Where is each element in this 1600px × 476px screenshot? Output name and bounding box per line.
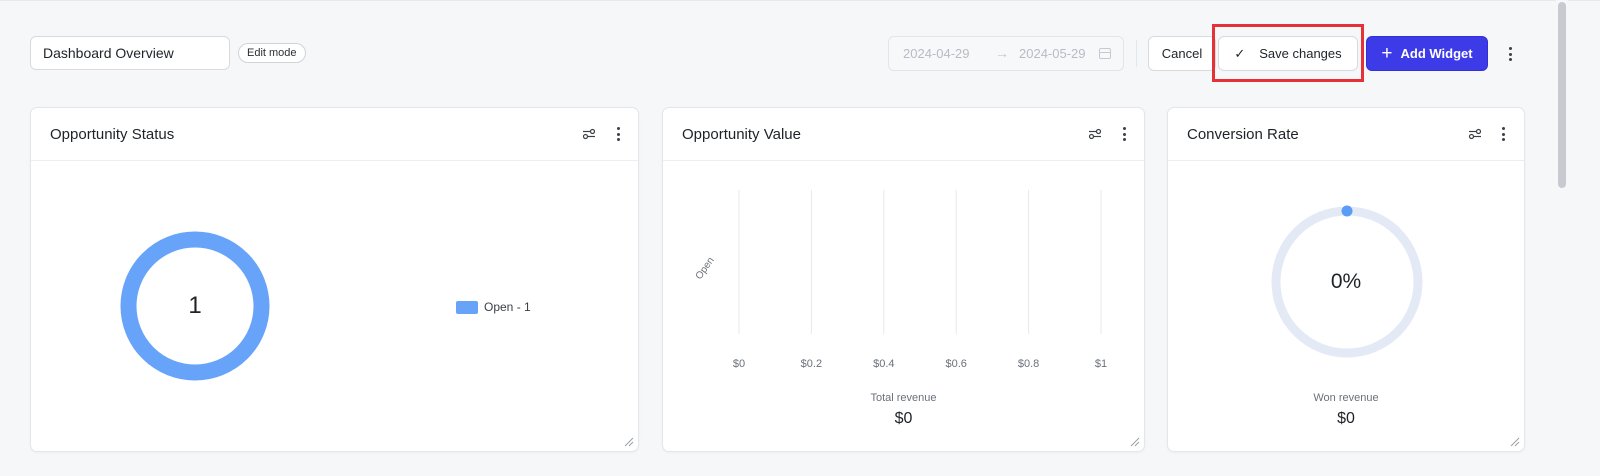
page-scrollbar[interactable] (1556, 0, 1568, 476)
metric-label: Won revenue (1313, 392, 1379, 404)
widget-title: Conversion Rate (1187, 126, 1299, 143)
arrow-right-icon: → (995, 45, 1009, 61)
resize-handle-icon[interactable] (1130, 437, 1140, 447)
scrollbar-thumb[interactable] (1558, 2, 1566, 188)
resize-handle-icon[interactable] (1510, 437, 1520, 447)
widget-opportunity-status: Opportunity Status 1 Open - 1 (30, 107, 639, 452)
x-tick-label: $0.4 (873, 358, 895, 370)
top-divider (0, 0, 1600, 1)
gauge-center-value: 0% (1330, 270, 1362, 293)
dashboard-title-input[interactable]: Dashboard Overview (30, 36, 230, 70)
widget-menu-kebab-icon[interactable] (1495, 125, 1511, 143)
save-changes-button[interactable]: ✓ Save changes (1218, 36, 1358, 71)
widget-header: Opportunity Status (31, 108, 638, 161)
filter-settings-icon[interactable] (1468, 128, 1482, 140)
resize-handle-icon[interactable] (624, 437, 634, 447)
legend-swatch-open (456, 300, 478, 314)
header-divider (1136, 40, 1137, 67)
date-range-picker[interactable]: 2024-04-29 → 2024-05-29 (888, 36, 1124, 71)
metric-value: $0 (1337, 410, 1355, 427)
donut-center-value: 1 (188, 292, 202, 319)
metric-value: $0 (894, 410, 913, 427)
widget-header: Conversion Rate (1168, 108, 1524, 161)
widget-opportunity-value: Opportunity Value Open $0 $0.2 $0.4 $0.6 $0.… (662, 107, 1145, 452)
save-changes-label: Save changes (1259, 46, 1342, 61)
date-end[interactable]: 2024-05-29 (1019, 46, 1095, 61)
widget-title: Opportunity Status (50, 126, 175, 143)
x-tick-label: $0 (732, 358, 746, 370)
x-tick-label: $1 (1094, 358, 1108, 370)
metric-label: Total revenue (870, 392, 937, 404)
x-tick-label: $0.2 (800, 358, 823, 370)
edit-mode-badge: Edit mode (238, 43, 306, 63)
add-widget-label: Add Widget (1400, 46, 1473, 61)
legend-label-open: Open - 1 (484, 300, 531, 314)
widget-menu-kebab-icon[interactable] (610, 125, 626, 143)
x-tick-label: $0.6 (945, 358, 967, 370)
dashboard-menu-kebab-icon[interactable] (1502, 45, 1518, 63)
widget-conversion-rate: Conversion Rate 0% Won revenue $0 (1167, 107, 1525, 452)
cancel-button[interactable]: Cancel (1148, 36, 1216, 71)
gauge-progress-dot (1341, 205, 1353, 217)
x-tick-label: $0.8 (1017, 358, 1040, 370)
check-icon: ✓ (1234, 45, 1246, 61)
date-start[interactable]: 2024-04-29 (903, 46, 970, 61)
plus-icon: + (1381, 43, 1393, 64)
chart-legend[interactable]: Open - 1 (456, 300, 531, 314)
calendar-icon[interactable] (1099, 48, 1111, 59)
add-widget-button[interactable]: + Add Widget (1366, 36, 1488, 71)
filter-settings-icon[interactable] (582, 128, 596, 140)
